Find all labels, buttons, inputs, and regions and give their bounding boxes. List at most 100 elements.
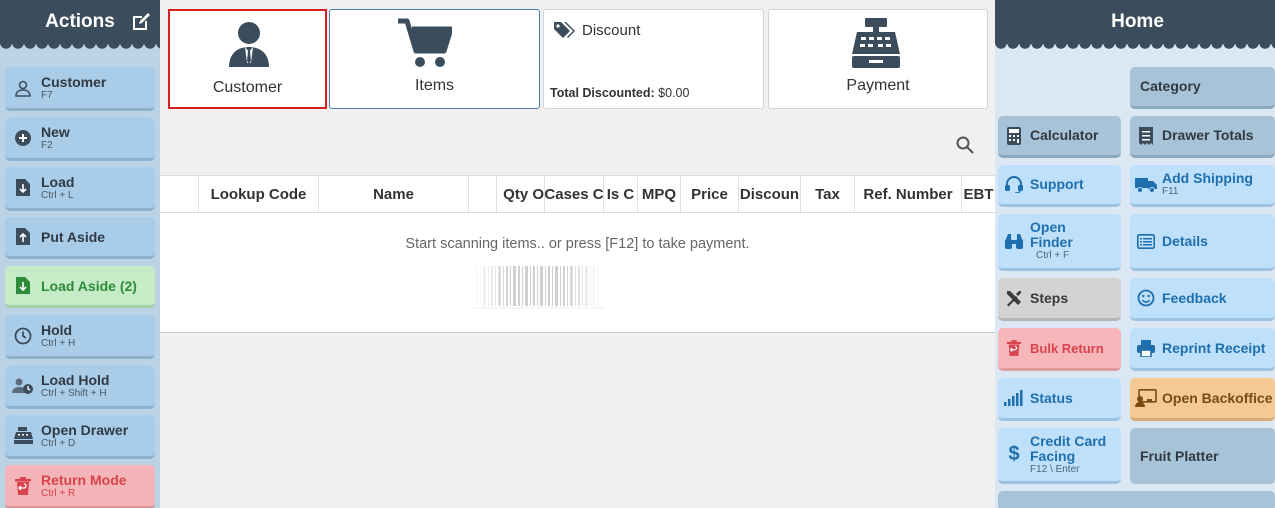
new-button-shortcut: F2: [41, 139, 53, 151]
column-header-spacer[interactable]: [469, 176, 497, 212]
calculator-button-label: Calculator: [1030, 127, 1099, 143]
empty-grid-message: Start scanning items.. or press [F12] to…: [405, 236, 750, 252]
items-tile-label: Items: [414, 77, 455, 94]
column-header-price[interactable]: Price: [681, 176, 739, 212]
fruit-platter-button-label: Fruit Platter: [1140, 447, 1219, 464]
steps-button[interactable]: Steps: [998, 278, 1121, 321]
trash-return-icon: [998, 340, 1030, 356]
open-drawer-button-label: Open Drawer: [41, 421, 129, 438]
put-aside-button-label: Put Aside: [41, 228, 106, 245]
column-header-ebt[interactable]: EBT: [962, 176, 995, 212]
hold-button[interactable]: Hold Ctrl + H: [5, 315, 155, 359]
grid-header: Lookup Code Name Qty O Cases C Is C MPQ …: [160, 176, 995, 213]
load-aside-button-label: Load Aside (2): [41, 277, 137, 294]
payment-tile[interactable]: Payment: [768, 9, 988, 109]
credit-card-facing-button-label-1: Credit Card: [1030, 432, 1107, 449]
credit-card-facing-button[interactable]: $ Credit Card Facing F12 \ Enter: [998, 428, 1121, 484]
cash-register-icon: [851, 18, 901, 73]
cash-register-icon: [5, 427, 41, 444]
open-finder-button[interactable]: Open Finder Ctrl + F: [998, 214, 1121, 271]
presentation-user-icon: [1130, 389, 1162, 407]
feedback-button[interactable]: Feedback: [1130, 278, 1275, 321]
return-mode-button-shortcut: Ctrl + R: [41, 487, 76, 499]
column-header-mpq[interactable]: MPQ: [638, 176, 681, 212]
shipping-truck-icon: [1130, 176, 1162, 193]
items-tile[interactable]: Items: [329, 9, 540, 109]
column-header-is-case[interactable]: Is C: [604, 176, 638, 212]
clock-icon: [5, 327, 41, 345]
signal-bars-icon: [998, 390, 1030, 406]
open-drawer-button[interactable]: Open Drawer Ctrl + D: [5, 415, 155, 459]
discount-total: Total Discounted: $0.00: [550, 86, 689, 100]
open-finder-button-shortcut: Ctrl + F: [1036, 250, 1070, 261]
details-button[interactable]: Details: [1130, 214, 1275, 271]
drawer-totals-button[interactable]: Drawer Totals: [1130, 116, 1275, 158]
user-icon: [5, 79, 41, 97]
return-mode-button[interactable]: Return Mode Ctrl + R: [5, 465, 155, 508]
customer-tile-label: Customer: [212, 79, 283, 96]
category-button[interactable]: Category: [1130, 67, 1275, 109]
column-header-cases[interactable]: Cases C: [545, 176, 604, 212]
column-header-qty[interactable]: Qty O: [497, 176, 545, 212]
edit-icon[interactable]: [130, 11, 152, 38]
load-button-label: Load: [41, 173, 75, 190]
actions-panel: Actions Customer F7 New F2 Load Ctrl + L Pu…: [0, 0, 160, 508]
plus-circle-icon: [5, 129, 41, 147]
customer-button[interactable]: Customer F7: [5, 67, 155, 111]
user-clock-icon: [5, 377, 41, 395]
column-header-name[interactable]: Name: [319, 176, 469, 212]
customer-icon: [227, 21, 271, 72]
customer-button-label: Customer: [41, 73, 107, 90]
load-aside-button[interactable]: Load Aside (2): [5, 266, 155, 308]
discount-title: Discount: [582, 22, 641, 39]
status-button-label: Status: [1030, 389, 1073, 406]
support-button-label: Support: [1030, 176, 1084, 192]
load-hold-button[interactable]: Load Hold Ctrl + Shift + H: [5, 365, 155, 409]
payment-tile-label: Payment: [846, 77, 910, 94]
items-grid: Lookup Code Name Qty O Cases C Is C MPQ …: [160, 175, 995, 333]
add-shipping-button[interactable]: Add Shipping F11: [1130, 165, 1275, 207]
trash-return-icon: [5, 476, 41, 495]
next-category-row[interactable]: [998, 491, 1275, 508]
receipt-icon: [1130, 126, 1162, 145]
smile-icon: [1130, 289, 1162, 307]
actions-header: Actions: [0, 0, 160, 51]
column-header-lookup-code[interactable]: Lookup Code: [199, 176, 319, 212]
file-download-icon: [5, 178, 41, 197]
status-button[interactable]: Status: [998, 378, 1121, 421]
load-button[interactable]: Load Ctrl + L: [5, 167, 155, 211]
new-button[interactable]: New F2: [5, 117, 155, 161]
details-button-label: Details: [1162, 232, 1208, 249]
column-header-ref-number[interactable]: Ref. Number: [855, 176, 962, 212]
load-hold-button-shortcut: Ctrl + Shift + H: [41, 387, 107, 399]
search-icon[interactable]: [956, 136, 974, 159]
customer-tile[interactable]: Customer: [168, 9, 327, 109]
home-panel: Home Category Calculator Drawer Totals S…: [995, 0, 1275, 508]
add-shipping-button-label: Add Shipping: [1162, 170, 1253, 186]
bulk-return-button-label: Bulk Return: [1030, 340, 1104, 356]
discount-total-label: Total Discounted:: [550, 86, 655, 100]
calculator-button[interactable]: Calculator: [998, 116, 1121, 158]
barcode-icon: [443, 266, 633, 316]
open-finder-button-label-2: Finder: [1030, 234, 1073, 250]
credit-card-facing-button-label-2: Facing: [1030, 447, 1076, 464]
customer-button-shortcut: F7: [41, 89, 53, 101]
column-header-select[interactable]: [160, 176, 199, 212]
binoculars-icon: [998, 233, 1030, 249]
open-backoffice-button[interactable]: Open Backoffice: [1130, 378, 1275, 421]
column-header-tax[interactable]: Tax: [801, 176, 855, 212]
add-shipping-button-shortcut: F11: [1162, 186, 1179, 197]
new-button-label: New: [41, 123, 70, 140]
put-aside-button[interactable]: Put Aside: [5, 217, 155, 259]
shopping-cart-icon: [398, 18, 454, 73]
feedback-button-label: Feedback: [1162, 289, 1227, 306]
tools-icon: [998, 289, 1030, 307]
bulk-return-button[interactable]: Bulk Return: [998, 328, 1121, 371]
open-drawer-button-shortcut: Ctrl + D: [41, 437, 76, 449]
column-header-discount[interactable]: Discoun: [739, 176, 801, 212]
reprint-receipt-button[interactable]: Reprint Receipt: [1130, 328, 1275, 371]
support-button[interactable]: Support: [998, 165, 1121, 207]
fruit-platter-button[interactable]: Fruit Platter: [1130, 428, 1275, 484]
discount-tile[interactable]: Discount Total Discounted: $0.00: [543, 9, 764, 109]
hold-button-shortcut: Ctrl + H: [41, 337, 76, 349]
